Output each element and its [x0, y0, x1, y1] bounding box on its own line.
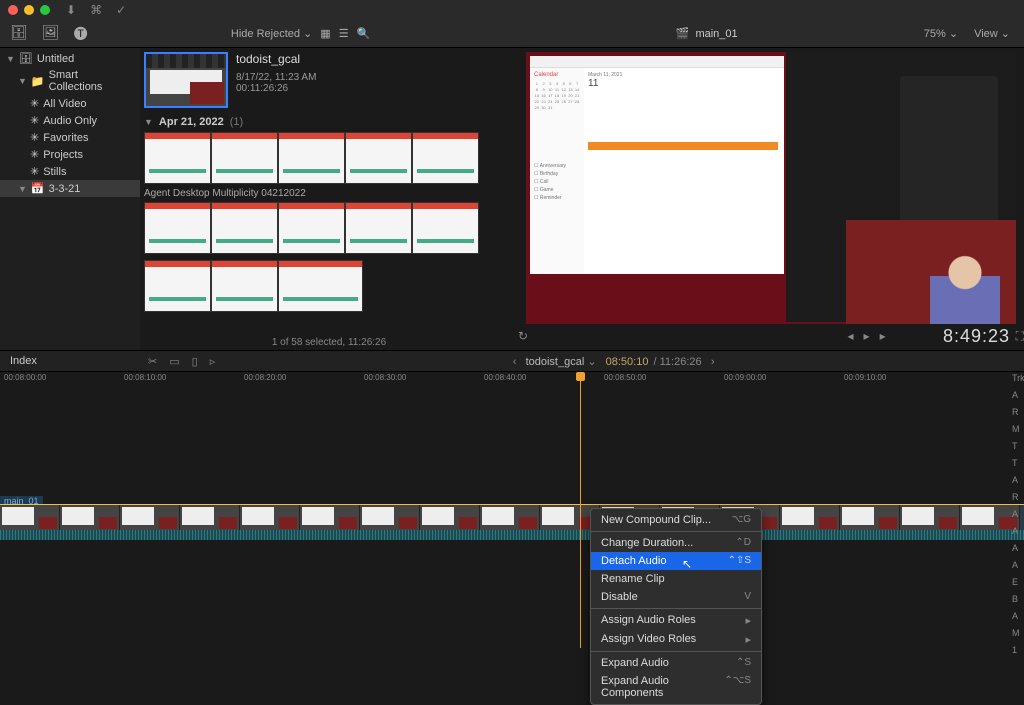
index-button[interactable]: Index: [0, 355, 140, 367]
date-group-header[interactable]: ▼ Apr 21, 2022 (1): [144, 116, 514, 128]
prev-frame-button[interactable]: ◂: [848, 329, 854, 343]
ctx-disable[interactable]: DisableV: [591, 588, 761, 606]
arrow-tool-icon[interactable]: ▹: [210, 355, 216, 368]
sidebar: ▼🗄 Untitled ▼📁 Smart Collections ✳ All V…: [0, 48, 140, 350]
ctx-expand-audio[interactable]: Expand Audio⌃S: [591, 654, 761, 672]
timeline-ruler[interactable]: 00:08:00:00 00:08:10:00 00:08:20:00 00:0…: [0, 372, 1024, 388]
clip-name: todoist_gcal: [236, 52, 316, 66]
calendar-checklist: ☐ Anniversary ☐ Birthday ☐ Call ☐ Game ☐…: [534, 162, 566, 202]
ctx-assign-audio-roles[interactable]: Assign Audio Roles▸: [591, 611, 761, 630]
thumb-caption: Agent Desktop Multiplicity 04212022: [144, 188, 514, 199]
calendar-window: Calendar 1234567891011121314151617181920…: [530, 56, 784, 274]
minimize-window-button[interactable]: [24, 5, 34, 15]
clip-view-icon[interactable]: ▦: [320, 27, 330, 40]
sidebar-stills[interactable]: ✳ Stills: [0, 163, 140, 180]
clapper-icon: 🎬: [676, 27, 690, 40]
sidebar-all-video[interactable]: ✳ All Video: [0, 95, 140, 112]
clip-date: 8/17/22, 11:23 AM: [236, 72, 316, 83]
loop-icon[interactable]: ↻: [518, 329, 528, 343]
zoom-level[interactable]: 75% ⌄: [924, 27, 958, 40]
playhead[interactable]: [580, 372, 581, 648]
next-frame-button[interactable]: ▸: [880, 329, 886, 343]
zoom-window-button[interactable]: [40, 5, 50, 15]
timeline-duration: / 11:26:26: [654, 356, 702, 368]
search-icon[interactable]: 🔍: [357, 27, 371, 40]
ctx-detach-audio[interactable]: Detach Audio⌃⇧S: [591, 552, 761, 570]
mouse-cursor: ↖: [682, 557, 692, 571]
event-3-3-21[interactable]: ▼📅 3-3-21: [0, 180, 140, 197]
project-title: main_01: [695, 28, 737, 40]
video-track[interactable]: [0, 504, 1024, 530]
thumb-row[interactable]: [144, 202, 514, 254]
sidebar-audio-only[interactable]: ✳ Audio Only: [0, 112, 140, 129]
viewer-transport: ↻ ◂ ▸ ▸ 8:49:23 ⛶: [518, 324, 1024, 348]
toolbar: 🗄 🖼 🅣 Hide Rejected ⌄ ▦ ☰ 🔍 🎬 main_01 75…: [0, 20, 1024, 48]
camera-pip: [846, 220, 1016, 324]
selected-clip-thumbnail[interactable]: [144, 52, 228, 108]
check-icon[interactable]: ✓: [116, 3, 126, 17]
trim-tool-icon[interactable]: ✂: [148, 355, 157, 368]
ctx-rename-clip[interactable]: Rename Clip: [591, 570, 761, 588]
list-view-icon[interactable]: ☰: [339, 27, 349, 40]
titles-icon[interactable]: 🅣: [74, 24, 88, 44]
clip-duration: 00:11:26:26: [236, 83, 316, 94]
viewer-timecode: 8:49:23: [943, 326, 1010, 347]
timeline-position: 08:50:10: [606, 356, 649, 368]
hide-rejected-dropdown[interactable]: Hide Rejected ⌄: [231, 27, 312, 40]
library-icon[interactable]: 🗄: [10, 24, 28, 44]
insert-tool-icon[interactable]: ▯: [192, 355, 198, 368]
connect-tool-icon[interactable]: ▭: [169, 355, 179, 368]
audio-track[interactable]: [0, 530, 1024, 540]
smart-collections[interactable]: ▼📁 Smart Collections: [0, 67, 140, 95]
ctx-change-duration[interactable]: Change Duration...⌃D: [591, 534, 761, 552]
ctx-new-compound-clip[interactable]: New Compound Clip...⌥G: [591, 511, 761, 529]
library-untitled[interactable]: ▼🗄 Untitled: [0, 50, 140, 67]
fullscreen-icon[interactable]: ⛶: [1016, 329, 1024, 344]
photos-icon[interactable]: 🖼: [42, 24, 60, 44]
play-button[interactable]: ▸: [864, 329, 870, 343]
viewer-canvas[interactable]: Calendar 1234567891011121314151617181920…: [526, 52, 1016, 324]
sidebar-favorites[interactable]: ✳ Favorites: [0, 129, 140, 146]
ctx-expand-audio-components[interactable]: Expand Audio Components⌃⌥S: [591, 672, 761, 702]
timeline-header: Index ✂ ▭ ▯ ▹ ‹ todoist_gcal ⌄ 08:50:10 …: [0, 350, 1024, 372]
view-menu[interactable]: View ⌄: [974, 27, 1010, 40]
link-icon[interactable]: ⌘: [90, 3, 102, 17]
viewer-panel: Calendar 1234567891011121314151617181920…: [518, 48, 1024, 350]
titlebar: ⬇ ⌘ ✓: [0, 0, 1024, 20]
timeline-project-name[interactable]: todoist_gcal: [526, 356, 585, 368]
thumb-row[interactable]: [144, 260, 364, 312]
sidebar-projects[interactable]: ✳ Projects: [0, 146, 140, 163]
close-window-button[interactable]: [8, 5, 18, 15]
download-icon[interactable]: ⬇: [66, 3, 76, 17]
browser-panel: todoist_gcal 8/17/22, 11:23 AM 00:11:26:…: [140, 48, 518, 350]
browser-status: 1 of 58 selected, 11:26:26: [140, 337, 518, 348]
timeline[interactable]: main_01: [0, 388, 1024, 648]
calendar-event-bar: [588, 142, 778, 150]
inspector-tabs[interactable]: TrkARMTTARAAAAEBAM1: [1012, 370, 1024, 659]
thumb-row[interactable]: [144, 132, 514, 184]
context-menu: New Compound Clip...⌥G Change Duration..…: [590, 508, 762, 705]
ctx-assign-video-roles[interactable]: Assign Video Roles▸: [591, 630, 761, 649]
